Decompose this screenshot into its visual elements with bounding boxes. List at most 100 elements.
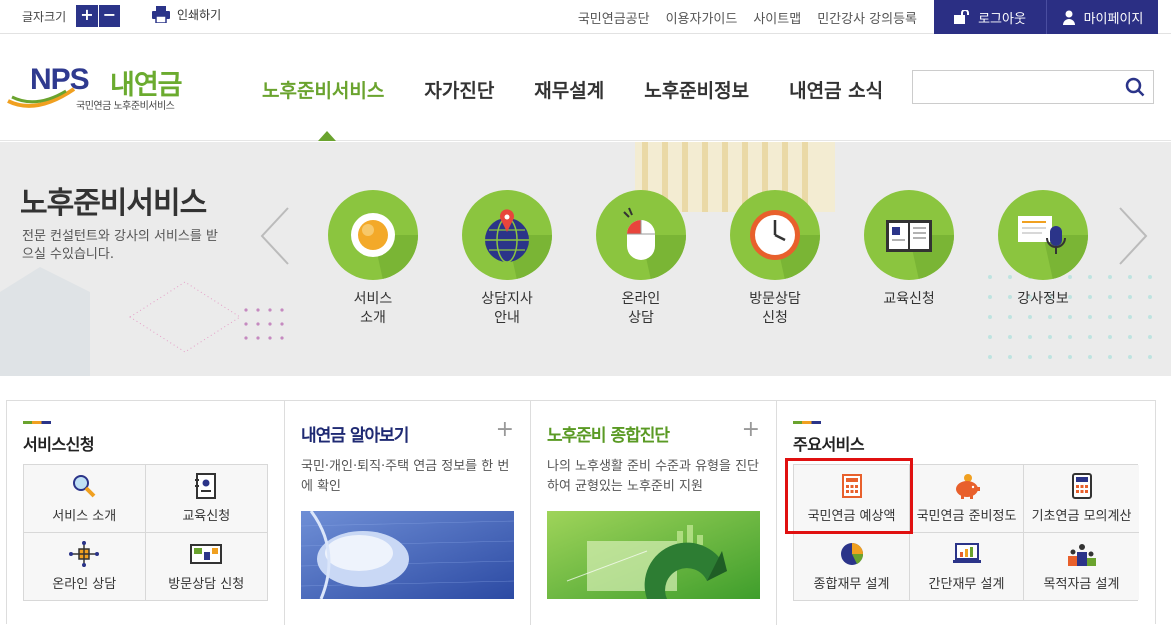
online-consult-link-label: 온라인 상담 bbox=[52, 576, 117, 592]
main-services-panel: 주요서비스 국민연금 예상액 국민연금 준비정도 기초연금 모의계산 종합재무 … bbox=[777, 401, 1157, 625]
site-logo[interactable]: NPS 내연금 국민연금 노후준비서비스 bbox=[6, 63, 191, 113]
logout-label: 로그아웃 bbox=[978, 11, 1026, 27]
mouse-photo-icon bbox=[301, 511, 514, 599]
printer-icon bbox=[152, 6, 170, 23]
visit-consult-label: 방문상담 신청 bbox=[749, 291, 801, 326]
my-pension-title: 내연금 알아보기 bbox=[301, 426, 409, 446]
bottom-panels: 서비스신청 서비스 소개 교육신청 온라인 상담 방문상담 신청 내연금 알아보… bbox=[6, 400, 1157, 625]
lock-icon bbox=[954, 10, 970, 24]
coffee-cup-icon bbox=[351, 213, 418, 280]
plus-icon[interactable]: + bbox=[496, 417, 514, 442]
visit-consult-link[interactable]: 방문상담 신청 bbox=[145, 532, 267, 600]
pension-readiness-label: 국민연금 준비정도 bbox=[916, 509, 1017, 524]
link-user-guide[interactable]: 이용자가이드 bbox=[666, 8, 738, 27]
title-accent-bar bbox=[23, 421, 51, 424]
book-icon bbox=[886, 220, 954, 280]
link-sitemap[interactable]: 사이트맵 bbox=[753, 8, 801, 27]
top-utility-bar: 글자크기 + − 인쇄하기 국민연금공단 이용자가이드 사이트맵 민간강사 강의… bbox=[0, 0, 1171, 34]
chevron-right-icon[interactable] bbox=[1116, 206, 1150, 266]
laptop-chart-icon bbox=[952, 542, 981, 563]
logout-button[interactable]: 로그아웃 bbox=[934, 0, 1046, 34]
online-consult-link[interactable]: 온라인 상담 bbox=[24, 532, 146, 600]
plus-icon[interactable]: + bbox=[742, 417, 760, 442]
link-nps[interactable]: 국민연금공단 bbox=[578, 8, 650, 27]
mypage-label: 마이페이지 bbox=[1083, 11, 1144, 27]
gnb-news[interactable]: 내연금 소식 bbox=[789, 76, 883, 103]
basic-pension-calc-link[interactable]: 기초연금 모의계산 bbox=[1024, 465, 1139, 533]
magnifier-icon bbox=[73, 475, 96, 498]
piggy-bank-icon bbox=[955, 474, 980, 499]
logo-subtitle: 국민연금 노후준비서비스 bbox=[76, 101, 175, 112]
service-apply-title: 서비스신청 bbox=[23, 435, 95, 454]
mypage-button[interactable]: 마이페이지 bbox=[1046, 0, 1158, 34]
education-link[interactable]: 교육신청 bbox=[145, 465, 267, 533]
chevron-left-icon[interactable] bbox=[258, 206, 292, 266]
network-icon bbox=[69, 540, 100, 567]
font-size-label: 글자크기 bbox=[22, 10, 67, 24]
user-icon bbox=[1062, 10, 1075, 25]
site-header: NPS 내연금 국민연금 노후준비서비스 노후준비서비스 자가진단 재무설계 노… bbox=[0, 35, 1171, 141]
phone-calculator-icon bbox=[1071, 473, 1092, 499]
instructor-info-item[interactable]: 강사정보 bbox=[988, 190, 1098, 309]
pie-chart-icon bbox=[840, 542, 863, 565]
print-label: 인쇄하기 bbox=[177, 8, 222, 22]
title-accent-bar bbox=[793, 421, 821, 424]
utility-links: 국민연금공단 이용자가이드 사이트맵 민간강사 강의등록 bbox=[578, 8, 917, 27]
active-menu-indicator bbox=[318, 131, 336, 141]
retirement-diagnosis-panel[interactable]: 노후준비 종합진단 + 나의 노후생활 준비 수준과 유형을 진단하여 균형있는… bbox=[531, 401, 777, 625]
gnb-retirement-info[interactable]: 노후준비정보 bbox=[644, 76, 749, 103]
gnb-retirement-service[interactable]: 노후준비서비스 bbox=[262, 76, 384, 103]
address-book-icon bbox=[195, 473, 217, 499]
simple-planning-label: 간단재무 설계 bbox=[928, 576, 1005, 592]
mouse-icon bbox=[623, 207, 686, 280]
map-icon bbox=[190, 543, 223, 564]
clock-icon bbox=[750, 210, 820, 280]
service-intro-link-label: 서비스 소개 bbox=[52, 509, 117, 524]
my-pension-image bbox=[301, 511, 514, 599]
gnb-self-diagnosis[interactable]: 자가진단 bbox=[424, 76, 494, 103]
podium-icon bbox=[1067, 543, 1096, 566]
comprehensive-planning-link[interactable]: 종합재무 설계 bbox=[794, 532, 910, 600]
visit-consult-link-label: 방문상담 신청 bbox=[168, 576, 245, 592]
service-intro-link[interactable]: 서비스 소개 bbox=[24, 465, 146, 533]
education-apply-item[interactable]: 교육신청 bbox=[854, 190, 964, 309]
banner-title: 노후준비서비스 bbox=[20, 186, 207, 221]
basic-pension-calc-label: 기초연금 모의계산 bbox=[1031, 509, 1132, 524]
purpose-fund-planning-link[interactable]: 목적자금 설계 bbox=[1024, 532, 1139, 600]
online-consult-label: 온라인 상담 bbox=[621, 291, 661, 326]
branch-info-label: 상담지사 안내 bbox=[481, 291, 533, 326]
online-consult-item[interactable]: 온라인 상담 bbox=[586, 190, 696, 328]
retirement-diagnosis-image bbox=[547, 511, 760, 599]
service-apply-panel: 서비스신청 서비스 소개 교육신청 온라인 상담 방문상담 신청 bbox=[7, 401, 285, 625]
search-input[interactable] bbox=[913, 71, 1113, 103]
service-intro-label: 서비스 소개 bbox=[353, 291, 393, 326]
service-intro-item[interactable]: 서비스 소개 bbox=[318, 190, 428, 328]
font-decrease-button[interactable]: − bbox=[98, 5, 120, 27]
simple-planning-link[interactable]: 간단재무 설계 bbox=[910, 532, 1024, 600]
globe-pin-icon bbox=[485, 209, 552, 280]
my-pension-panel[interactable]: 내연금 알아보기 + 국민·개인·퇴직·주택 연금 정보를 한 번에 확인 bbox=[285, 401, 531, 625]
service-banner: 노후준비서비스 전문 컨설턴트와 강사의 서비스를 받으실 수있습니다. 서비스… bbox=[0, 142, 1171, 376]
visit-consult-item[interactable]: 방문상담 신청 bbox=[720, 190, 830, 328]
retirement-diagnosis-title: 노후준비 종합진단 bbox=[547, 426, 670, 446]
banner-description: 전문 컨설턴트와 강사의 서비스를 받으실 수있습니다. bbox=[22, 229, 218, 262]
my-pension-description: 국민·개인·퇴직·주택 연금 정보를 한 번에 확인 bbox=[301, 459, 510, 494]
global-navigation: 노후준비서비스 자가진단 재무설계 노후준비정보 내연금 소식 bbox=[262, 76, 883, 103]
font-increase-button[interactable]: + bbox=[76, 5, 98, 27]
pension-readiness-link[interactable]: 국민연금 준비정도 bbox=[910, 465, 1024, 533]
microphone-icon bbox=[1018, 216, 1088, 280]
branch-info-item[interactable]: 상담지사 안내 bbox=[452, 190, 562, 328]
purpose-fund-planning-label: 목적자금 설계 bbox=[1043, 576, 1120, 592]
education-apply-label: 교육신청 bbox=[883, 291, 935, 307]
main-services-title: 주요서비스 bbox=[793, 435, 865, 454]
link-instructor-register[interactable]: 민간강사 강의등록 bbox=[817, 8, 917, 27]
search-icon[interactable] bbox=[1125, 77, 1145, 97]
retirement-diagnosis-description: 나의 노후생활 준비 수준과 유형을 진단하여 균형있는 노후준비 지원 bbox=[547, 459, 760, 494]
gnb-financial-planning[interactable]: 재무설계 bbox=[534, 76, 604, 103]
instructor-info-label: 강사정보 bbox=[1017, 291, 1069, 307]
search-box bbox=[912, 70, 1154, 104]
service-apply-grid: 서비스 소개 교육신청 온라인 상담 방문상담 신청 bbox=[23, 464, 268, 601]
print-button[interactable]: 인쇄하기 bbox=[152, 6, 221, 23]
logo-nps-text: NPS bbox=[30, 63, 90, 96]
education-link-label: 교육신청 bbox=[182, 509, 231, 524]
